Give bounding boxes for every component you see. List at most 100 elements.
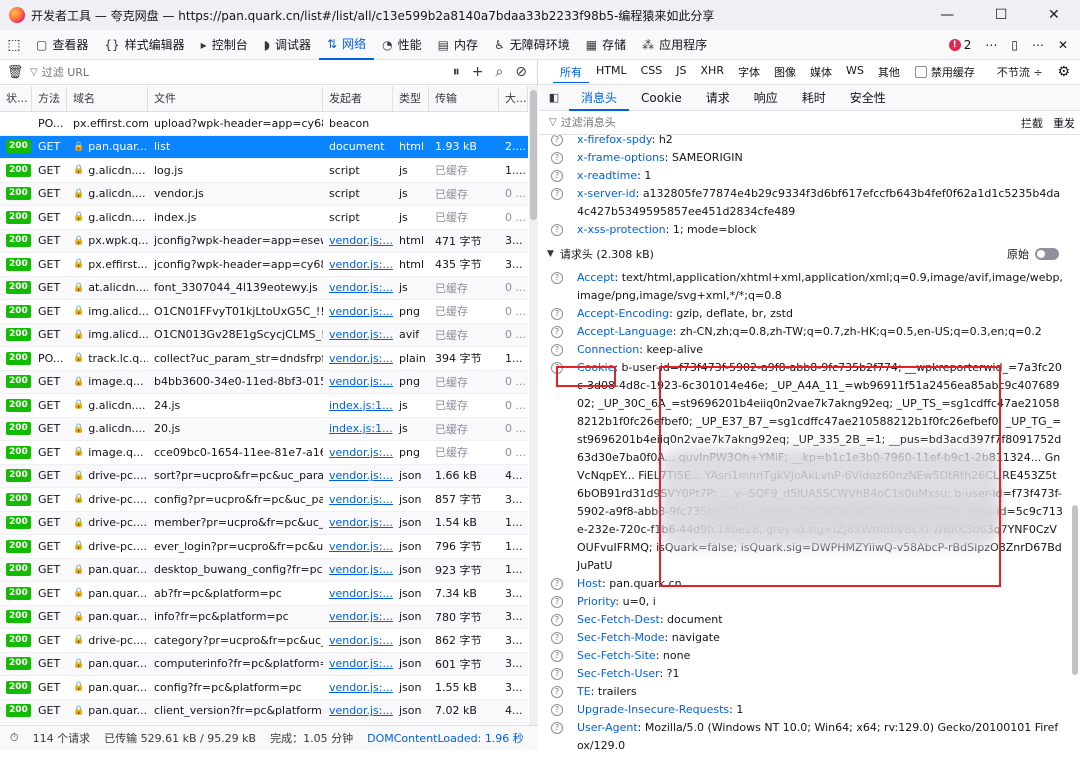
request-row[interactable]: 200 GET 🔒 pan.quar... list document html 1.93 k… — [0, 135, 528, 159]
help-icon[interactable]: ? — [551, 224, 563, 236]
initiator-text[interactable]: vendor.js:... — [329, 610, 393, 623]
initiator-text[interactable]: vendor.js:... — [329, 587, 393, 600]
resend-button[interactable]: 重发 — [1048, 115, 1080, 131]
error-counter[interactable]: ! 2 — [948, 38, 971, 52]
overflow-icon[interactable]: ⋯ — [985, 38, 997, 52]
column-header[interactable]: 状... — [0, 86, 32, 112]
help-icon[interactable]: ? — [551, 704, 563, 716]
header-name[interactable]: Sec-Fetch-User — [577, 667, 659, 680]
tab-debugger[interactable]: ◗ 调试器 — [256, 30, 319, 60]
request-row[interactable]: 200 GET 🔒 drive-pc.... ever_login?pr=ucpro&f… — [0, 535, 528, 559]
request-row[interactable]: 200 GET 🔒 drive-pc.... category?pr=ucpro&fr=… — [0, 629, 528, 653]
help-icon[interactable]: ? — [551, 135, 563, 146]
type-filter-button[interactable]: 图像 — [767, 62, 803, 83]
help-icon[interactable]: ? — [551, 326, 563, 338]
column-header[interactable]: 传输 — [429, 86, 499, 112]
disable-cache-toggle[interactable]: 禁用缓存 — [914, 64, 975, 80]
help-icon[interactable]: ? — [551, 170, 563, 182]
request-row[interactable]: 200 GET 🔒 image.q... cce09bc0-1654-11ee-81e7… — [0, 441, 528, 465]
help-icon[interactable]: ? — [551, 614, 563, 626]
header-name[interactable]: x-frame-options — [577, 151, 665, 164]
request-row[interactable]: PO... px.effirst.com upload?wpk-header=app… — [0, 112, 528, 136]
tab-storage[interactable]: ▦ 存储 — [578, 30, 634, 60]
help-icon[interactable]: ? — [551, 344, 563, 356]
maximize-icon[interactable]: ☐ — [995, 7, 1008, 23]
initiator-text[interactable]: vendor.js:... — [329, 375, 393, 388]
disable-cache-checkbox[interactable] — [914, 66, 927, 78]
help-icon[interactable]: ? — [551, 308, 563, 320]
initiator-text[interactable]: vendor.js:... — [329, 305, 393, 318]
initiator-text[interactable]: vendor.js:... — [329, 563, 393, 576]
request-row[interactable]: 200 GET 🔒 img.alicd... O1CN013Gv28E1gScycjCL… — [0, 323, 528, 347]
initiator-text[interactable]: vendor.js:... — [329, 681, 393, 694]
help-icon[interactable]: ? — [551, 632, 563, 644]
block-button[interactable]: 拦截 — [1016, 115, 1048, 131]
request-row[interactable]: 200 GET 🔒 g.alicdn.... index.js script js 已缓存 0 … — [0, 206, 528, 230]
help-icon[interactable]: ? — [551, 188, 563, 200]
header-name[interactable]: x-xss-protection — [577, 223, 666, 236]
request-row[interactable]: 200 GET 🔒 g.alicdn.... 20.js index.js:1... js 已… — [0, 417, 528, 441]
request-row[interactable]: 200 PO... 🔒 track.lc.q... collect?uc_param_s… — [0, 347, 528, 371]
initiator-text[interactable]: vendor.js:... — [329, 446, 393, 459]
detail-tab[interactable]: 安全性 — [838, 85, 898, 111]
initiator-text[interactable]: vendor.js:... — [329, 258, 393, 271]
header-name[interactable]: User-Agent — [577, 721, 638, 734]
tab-console[interactable]: ▸ 控制台 — [193, 30, 256, 60]
header-name[interactable]: x-server-id — [577, 187, 636, 200]
detail-tab[interactable]: 响应 — [742, 85, 790, 111]
tab-application[interactable]: ⁂ 应用程序 — [634, 30, 715, 60]
request-row[interactable]: 200 GET 🔒 pan.quar... config?fr=pc&platform=… — [0, 676, 528, 700]
type-filter-button[interactable]: XHR — [694, 62, 731, 83]
column-header[interactable]: 方法 — [32, 86, 67, 112]
throttle-select[interactable]: 不节流 ÷ — [997, 64, 1043, 80]
request-row[interactable]: 200 GET 🔒 px.effirst... jconfig?wpk-header=a… — [0, 253, 528, 277]
request-row[interactable]: 200 GET 🔒 image.q... b4bb3600-34e0-11ed-8bf3… — [0, 370, 528, 394]
options-icon[interactable]: ⋯ — [1032, 38, 1044, 52]
header-name[interactable]: Sec-Fetch-Site — [577, 649, 656, 662]
type-filter-button[interactable]: JS — [669, 62, 693, 83]
tab-network[interactable]: ⇅ 网络 — [319, 30, 375, 60]
type-filter-button[interactable]: 其他 — [871, 62, 907, 83]
tab-inspector[interactable]: ▢ 查看器 — [28, 30, 96, 60]
request-row[interactable]: 200 GET 🔒 g.alicdn.... vendor.js script js 已缓存 0… — [0, 182, 528, 206]
initiator-text[interactable]: vendor.js:... — [329, 704, 393, 717]
column-header[interactable]: 大... — [499, 86, 528, 112]
initiator-text[interactable]: vendor.js:... — [329, 281, 393, 294]
sidebar-toggle-icon[interactable]: ◧ — [539, 91, 569, 104]
help-icon[interactable]: ? — [551, 578, 563, 590]
detail-tab[interactable]: 耗时 — [790, 85, 838, 111]
type-filter-button[interactable]: 所有 — [553, 62, 589, 83]
initiator-text[interactable]: vendor.js:... — [329, 469, 393, 482]
header-name[interactable]: x-readtime — [577, 169, 637, 182]
help-icon[interactable]: ? — [551, 686, 563, 698]
header-name[interactable]: Host — [577, 577, 602, 590]
pause-icon[interactable]: ⏸ — [453, 64, 460, 80]
help-icon[interactable]: ? — [551, 722, 563, 734]
dock-icon[interactable]: ▯ — [1011, 38, 1018, 52]
request-row[interactable]: 200 GET 🔒 pan.quar... info?fr=pc&platform=pc… — [0, 605, 528, 629]
detail-tab[interactable]: 请求 — [694, 85, 742, 111]
column-header[interactable]: 域名 — [67, 86, 148, 112]
column-header[interactable]: 文件 — [148, 86, 323, 112]
type-filter-button[interactable]: 字体 — [731, 62, 767, 83]
initiator-text[interactable]: vendor.js:... — [329, 234, 393, 247]
details-scrollbar[interactable] — [1070, 135, 1080, 774]
close-devtools-icon[interactable]: ✕ — [1058, 38, 1068, 52]
tab-accessibility[interactable]: ♿ 无障碍环境 — [486, 30, 578, 60]
request-row[interactable]: 200 GET 🔒 drive-pc.... config?pr=ucpro&fr=pc… — [0, 488, 528, 512]
help-icon[interactable]: ? — [551, 272, 563, 284]
request-row[interactable]: 200 GET 🔒 px.wpk.q... jconfig?wpk-header=app… — [0, 229, 528, 253]
request-row[interactable]: 200 GET 🔒 g.alicdn.... 24.js index.js:1... js 已… — [0, 394, 528, 418]
initiator-text[interactable]: vendor.js:... — [329, 516, 393, 529]
request-headers-section[interactable]: ▼ 请求头 (2.308 kB) 原始 — [539, 243, 1069, 265]
type-filter-button[interactable]: WS — [839, 62, 871, 83]
initiator-text[interactable]: index.js:1... — [329, 422, 393, 435]
tab-style-editor[interactable]: {} 样式编辑器 — [96, 30, 192, 60]
request-row[interactable]: 200 GET 🔒 at.alicdn.... font_3307044_4l139eo… — [0, 276, 528, 300]
initiator-text[interactable]: vendor.js:... — [329, 540, 393, 553]
help-icon[interactable]: ? — [551, 650, 563, 662]
initiator-text[interactable]: vendor.js:... — [329, 657, 393, 670]
tab-memory[interactable]: ▤ 内存 — [430, 30, 486, 60]
headers-filter-input[interactable] — [560, 116, 1016, 129]
request-row[interactable]: 200 GET 🔒 g.alicdn.... log.js script js 已缓存 1...… — [0, 159, 528, 183]
